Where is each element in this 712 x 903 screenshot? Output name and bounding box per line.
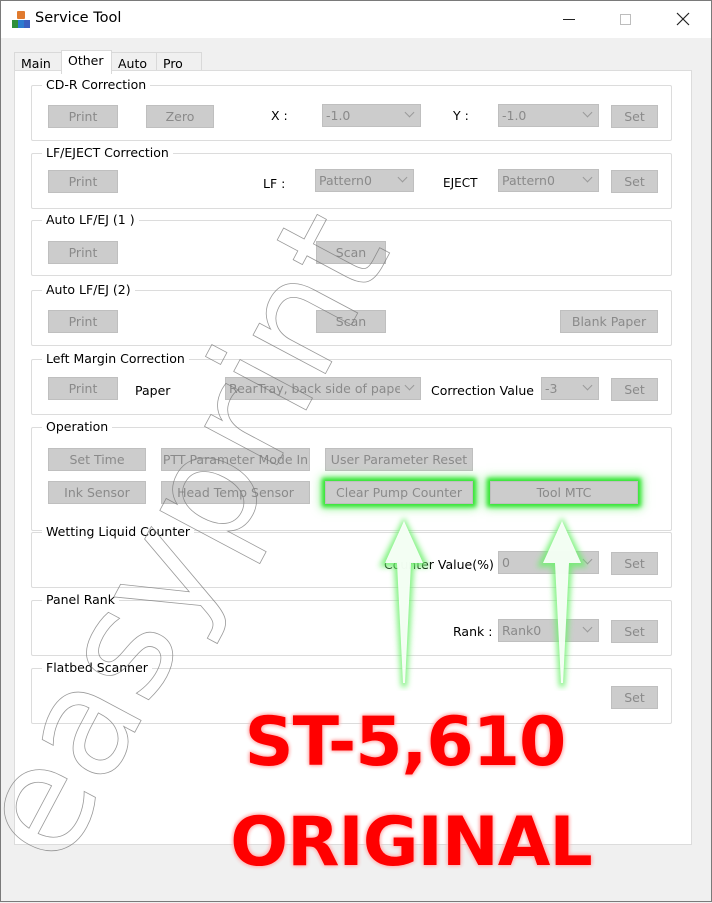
window-title: Service Tool: [35, 10, 122, 26]
set-time-button[interactable]: Set Time: [48, 448, 146, 471]
title-bar: Service Tool: [1, 1, 711, 38]
tab-other[interactable]: Other: [61, 50, 112, 74]
correction-value-select[interactable]: -3: [541, 377, 599, 400]
group-title: Panel Rank: [42, 592, 119, 607]
ink-sensor-button[interactable]: Ink Sensor: [48, 481, 146, 504]
correction-value-select-value: -3: [545, 381, 558, 396]
autolf1-print-button[interactable]: Print: [48, 241, 118, 264]
eject-label: EJECT: [443, 176, 478, 190]
overlay-model-text: ST-5,610: [244, 703, 567, 782]
service-tool-window: Service Tool Main Other Auto Pro CD-R Co…: [0, 0, 712, 902]
group-cdr-correction: CD-R Correction Print Zero X : -1.0 Y : …: [31, 77, 672, 141]
y-select-value: -1.0: [502, 108, 527, 123]
close-icon: [676, 12, 690, 26]
counter-value-select-value: 0: [502, 555, 510, 570]
maximize-icon: [620, 14, 631, 25]
maximize-button[interactable]: [603, 1, 649, 37]
chevron-down-icon: [582, 172, 593, 183]
group-title: Operation: [42, 419, 113, 434]
clear-pump-counter-button[interactable]: Clear Pump Counter: [325, 481, 473, 504]
group-auto-lf-ej-2: Auto LF/EJ (2) Print Scan Blank Paper: [31, 282, 672, 346]
chevron-down-icon: [404, 380, 415, 391]
minimize-button[interactable]: [546, 1, 592, 37]
autolf2-print-button[interactable]: Print: [48, 310, 118, 333]
chevron-down-icon: [404, 107, 415, 118]
y-select[interactable]: -1.0: [498, 104, 599, 127]
minimize-icon: [563, 19, 575, 20]
cdr-set-button[interactable]: Set: [611, 105, 658, 128]
x-label: X :: [271, 108, 288, 123]
x-select[interactable]: -1.0: [322, 104, 421, 127]
cdr-zero-button[interactable]: Zero: [146, 105, 214, 128]
ptt-parameter-mode-button[interactable]: PTT Parameter Mode In: [161, 448, 310, 471]
leftmargin-set-button[interactable]: Set: [611, 378, 658, 401]
y-label: Y :: [453, 108, 469, 123]
close-button[interactable]: [660, 1, 706, 37]
chevron-down-icon: [582, 380, 593, 391]
group-title: Auto LF/EJ (1 ): [42, 212, 139, 227]
eject-select[interactable]: Pattern0: [498, 169, 599, 192]
group-title: LF/EJECT Correction: [42, 145, 173, 160]
blank-paper-button[interactable]: Blank Paper: [560, 310, 658, 333]
paper-label: Paper: [135, 383, 171, 398]
group-title: Wetting Liquid Counter: [42, 524, 195, 539]
group-title: CD-R Correction: [42, 77, 151, 92]
overlay-original-text: ORIGINAL: [230, 803, 592, 882]
lf-select-value: Pattern0: [319, 173, 372, 188]
lf-label: LF :: [263, 176, 286, 191]
head-temp-sensor-button[interactable]: Head Temp Sensor: [161, 481, 310, 504]
cdr-print-button[interactable]: Print: [48, 105, 118, 128]
green-arrow-up-icon: [537, 517, 587, 687]
rank-label: Rank :: [453, 624, 493, 639]
lfeject-print-button[interactable]: Print: [48, 170, 118, 193]
paper-select-value: RearTray, back side of pape: [229, 381, 400, 396]
panelrank-set-button[interactable]: Set: [611, 620, 658, 643]
group-lf-eject-correction: LF/EJECT Correction Print LF : Pattern0 …: [31, 145, 672, 209]
autolf2-scan-button[interactable]: Scan: [316, 310, 386, 333]
autolf1-scan-button[interactable]: Scan: [316, 241, 386, 264]
chevron-down-icon: [397, 172, 408, 183]
lf-select[interactable]: Pattern0: [315, 169, 414, 192]
user-parameter-reset-button[interactable]: User Parameter Reset: [325, 448, 473, 471]
group-title: Flatbed Scanner: [42, 660, 152, 675]
group-auto-lf-ej-1: Auto LF/EJ (1 ) Print Scan: [31, 212, 672, 276]
x-select-value: -1.0: [326, 108, 351, 123]
lfeject-set-button[interactable]: Set: [611, 170, 658, 193]
wetting-set-button[interactable]: Set: [611, 552, 658, 575]
group-left-margin-correction: Left Margin Correction Print Paper RearT…: [31, 351, 672, 415]
group-title: Left Margin Correction: [42, 351, 189, 366]
correction-value-label: Correction Value: [431, 383, 534, 398]
leftmargin-print-button[interactable]: Print: [48, 377, 118, 400]
group-title: Auto LF/EJ (2): [42, 282, 135, 297]
chevron-down-icon: [582, 107, 593, 118]
green-arrow-up-icon: [379, 517, 429, 687]
service-tool-app-icon: [12, 11, 30, 29]
paper-select[interactable]: RearTray, back side of pape: [225, 377, 421, 400]
tool-mtc-button[interactable]: Tool MTC: [490, 481, 638, 504]
eject-select-value: Pattern0: [502, 173, 555, 188]
